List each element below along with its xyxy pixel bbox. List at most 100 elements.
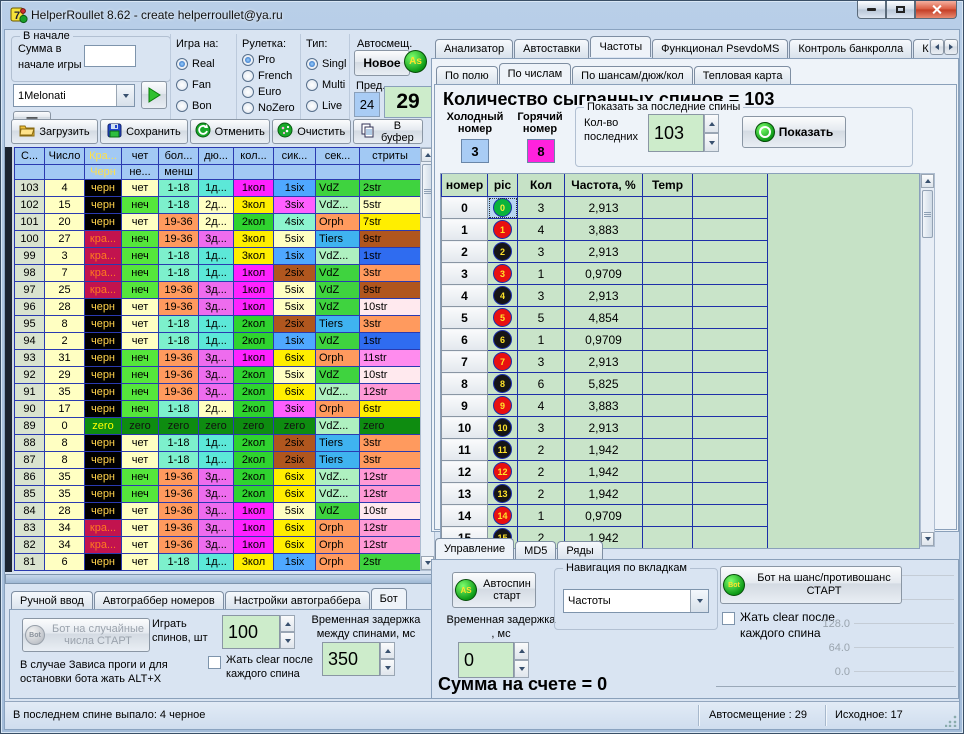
history-col-header[interactable]: Кра... <box>85 148 122 165</box>
history-col-header[interactable] <box>199 165 234 180</box>
freq-row-header[interactable]: 4 <box>442 285 488 307</box>
freq-number-pic-cell[interactable]: 9 <box>488 395 518 417</box>
freq-number-pic-cell[interactable]: 2 <box>488 241 518 263</box>
history-col-header[interactable]: стриты <box>360 148 421 165</box>
spin-down-button[interactable] <box>704 133 719 152</box>
undo-button[interactable]: Отменить <box>190 119 270 144</box>
folder-open-button[interactable]: Загрузить <box>11 119 98 144</box>
spin-down-button[interactable] <box>380 659 395 676</box>
freq-row-header[interactable]: 6 <box>442 329 488 351</box>
subtab-1[interactable]: По полю <box>436 66 498 85</box>
input-tab-2[interactable]: Автограббер номеров <box>94 591 224 610</box>
autospin-start-button[interactable]: AS Автоспин старт <box>452 572 536 608</box>
spin-up-button[interactable] <box>380 642 395 659</box>
tab-scroll-left-button[interactable] <box>930 39 944 55</box>
freq-row-header[interactable]: 5 <box>442 307 488 329</box>
input-tab-4[interactable]: Бот <box>371 588 407 609</box>
spin-up-button[interactable] <box>704 114 719 133</box>
nav-combobox[interactable]: Частоты <box>563 589 709 613</box>
history-col-header[interactable]: сек... <box>316 148 360 165</box>
freq-number-pic-cell[interactable]: 6 <box>488 329 518 351</box>
freq-col-header[interactable]: Кол <box>518 174 565 197</box>
freq-number-pic-cell[interactable]: 14 <box>488 505 518 527</box>
collapsed-splitter[interactable] <box>5 147 14 572</box>
subtab-3[interactable]: По шансам/дюж/кол <box>572 66 693 85</box>
freq-number-pic-cell[interactable]: 10 <box>488 417 518 439</box>
bot-chance-start-button[interactable]: Bot Бот на шанс/противошанс СТАРТ <box>720 566 902 604</box>
tab-4[interactable]: Функционал PsevdoMS <box>652 39 788 58</box>
history-col-header[interactable] <box>274 165 316 180</box>
history-col-header[interactable]: Черн <box>85 165 122 180</box>
freq-row-header[interactable]: 12 <box>442 461 488 483</box>
history-col-header[interactable]: кол... <box>234 148 274 165</box>
chevron-down-icon[interactable] <box>116 85 134 106</box>
spin-down-button[interactable] <box>280 632 295 649</box>
radio-fan[interactable]: Fan <box>176 79 234 91</box>
history-col-header[interactable] <box>360 165 421 180</box>
close-button[interactable] <box>915 1 957 19</box>
history-col-header[interactable]: С... <box>15 148 45 165</box>
freq-row-header[interactable]: 10 <box>442 417 488 439</box>
play-spins-input[interactable]: 100 <box>222 615 280 649</box>
clear-button[interactable]: Очистить <box>272 119 351 144</box>
horizontal-splitter[interactable] <box>5 574 435 584</box>
freq-number-pic-cell[interactable]: 13 <box>488 483 518 505</box>
resize-grip[interactable] <box>945 715 957 727</box>
history-col-header[interactable] <box>316 165 360 180</box>
history-col-header[interactable]: менш <box>159 165 199 180</box>
freq-number-pic-cell[interactable]: 3 <box>488 263 518 285</box>
tab-5[interactable]: Контроль банкролла <box>789 39 912 58</box>
scroll-down-button[interactable] <box>921 532 934 546</box>
freq-number-pic-cell[interactable]: 8 <box>488 373 518 395</box>
play-button[interactable] <box>141 81 167 109</box>
history-col-header[interactable]: чет <box>122 148 159 165</box>
tab-scroll-right-button[interactable] <box>944 39 958 55</box>
radio-multi[interactable]: Multi <box>306 79 354 91</box>
bot-random-start-button[interactable]: Bot Бот на случайные числа СТАРТ <box>22 618 150 652</box>
freq-row-header[interactable]: 13 <box>442 483 488 505</box>
new-button[interactable]: Новое <box>354 50 410 76</box>
copy-button[interactable]: В буфер <box>353 119 423 144</box>
scroll-up-button[interactable] <box>921 174 934 188</box>
freq-row-header[interactable]: 11 <box>442 439 488 461</box>
tab-1[interactable]: Анализатор <box>435 39 513 58</box>
history-col-header[interactable]: сик... <box>274 148 316 165</box>
freq-row-header[interactable]: 7 <box>442 351 488 373</box>
frequency-table-scrollbar[interactable] <box>920 173 935 547</box>
radio-euro[interactable]: Euro <box>242 86 300 98</box>
delay-between-spins-input[interactable]: 350 <box>322 642 380 676</box>
spin-up-button[interactable] <box>514 642 529 660</box>
freq-row-header[interactable]: 3 <box>442 263 488 285</box>
freq-row-header[interactable]: 0 <box>442 197 488 219</box>
freq-number-pic-cell[interactable]: 4 <box>488 285 518 307</box>
history-col-header[interactable] <box>15 165 45 180</box>
control-tab-1[interactable]: Управление <box>435 538 514 559</box>
freq-row-header[interactable]: 9 <box>442 395 488 417</box>
count-input[interactable]: 103 <box>648 114 704 152</box>
freq-number-pic-cell[interactable]: 0 <box>488 197 518 219</box>
tab-6[interactable]: Колесо <box>913 39 929 58</box>
radio-live[interactable]: Live <box>306 100 354 112</box>
maximize-button[interactable] <box>886 1 915 19</box>
minimize-button[interactable] <box>857 1 886 19</box>
show-button[interactable]: Показать <box>742 116 846 148</box>
history-col-header[interactable] <box>45 165 85 180</box>
freq-col-header[interactable]: Частота, % <box>565 174 643 197</box>
freq-row-header[interactable]: 2 <box>442 241 488 263</box>
freq-number-pic-cell[interactable]: 12 <box>488 461 518 483</box>
freq-col-header[interactable]: номер <box>442 174 488 197</box>
history-col-header[interactable]: не... <box>122 165 159 180</box>
history-col-header[interactable]: Число <box>45 148 85 165</box>
radio-bon[interactable]: Bon <box>176 100 234 112</box>
profile-combobox[interactable]: 1Melonati <box>13 84 135 107</box>
as-badge-button[interactable]: As <box>404 50 427 73</box>
checkbox-icon[interactable] <box>722 612 735 625</box>
freq-row-header[interactable]: 1 <box>442 219 488 241</box>
input-tab-3[interactable]: Настройки автограббера <box>225 591 370 610</box>
history-col-header[interactable]: бол... <box>159 148 199 165</box>
radio-real[interactable]: Real <box>176 58 234 70</box>
clear-after-spin-checkbox[interactable]: Жать clear после каждого спина <box>208 654 324 682</box>
floppy-button[interactable]: Сохранить <box>100 119 188 144</box>
freq-number-pic-cell[interactable]: 11 <box>488 439 518 461</box>
history-col-header[interactable]: дю... <box>199 148 234 165</box>
